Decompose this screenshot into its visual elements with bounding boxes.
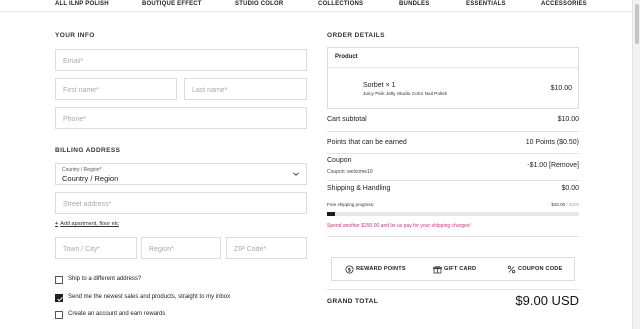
- first-name-field[interactable]: [55, 78, 177, 101]
- email-field[interactable]: [55, 49, 307, 72]
- free-shipping-progress-numbers: $10.00 / $300: [551, 202, 579, 207]
- newsletter-checkbox[interactable]: [55, 294, 63, 302]
- cart-subtotal-label: Cart subtotal: [327, 116, 367, 123]
- points-label: Points that can be earned: [327, 139, 407, 146]
- free-shipping-progress-label: Free shipping progress:: [327, 202, 375, 207]
- cart-subtotal-row: Cart subtotal $10.00: [327, 116, 579, 130]
- page-scrollbar[interactable]: [632, 0, 640, 329]
- progress-fill: [327, 212, 336, 216]
- checkmark-icon: [57, 296, 63, 302]
- reward-points-label: REWARD POINTS: [356, 266, 406, 272]
- free-shipping-progress-bar: [327, 212, 579, 216]
- progress-current: $10.00: [551, 202, 566, 207]
- zip-code-input[interactable]: [227, 239, 306, 260]
- points-row: Points that can be earned 10 Points ($0.…: [327, 139, 579, 153]
- gift-icon: [433, 266, 442, 274]
- product-table: Product Sorbet × 1 Juicy Pink Jelly Stud…: [327, 47, 579, 109]
- free-shipping-message: Spend another $290.00 and let us pay for…: [327, 223, 471, 229]
- country-select[interactable]: Country / Region* Country / Region: [55, 163, 307, 185]
- ship-different-address-label: Ship to a different address?: [68, 276, 142, 282]
- divider: [327, 131, 579, 132]
- nav-item-collections[interactable]: COLLECTIONS: [318, 1, 363, 7]
- checkout-actions-bar: $ REWARD POINTS GIFT CARD COUPON CODE: [331, 257, 575, 281]
- divider: [327, 180, 579, 181]
- nav-item-bundles[interactable]: BUNDLES: [399, 1, 429, 7]
- email-input[interactable]: [56, 51, 306, 72]
- svg-text:$: $: [348, 267, 352, 273]
- shipping-label: Shipping & Handling: [327, 185, 391, 192]
- scrollbar-thumb[interactable]: [635, 4, 639, 44]
- progress-target: $300: [568, 202, 579, 207]
- divider: [327, 153, 579, 154]
- phone-input[interactable]: [56, 109, 306, 130]
- nav-item-all-ilnp-polish[interactable]: ALL ILNP POLISH: [55, 1, 109, 7]
- percent-icon: [507, 265, 516, 274]
- newsletter-label: Send me the newest sales and products, s…: [68, 294, 231, 300]
- street-address-input[interactable]: [56, 194, 306, 215]
- country-label: Country / Region*: [62, 167, 102, 173]
- ship-different-address-checkbox[interactable]: [55, 276, 63, 284]
- country-value: Country / Region: [62, 174, 119, 183]
- last-name-field[interactable]: [184, 78, 307, 101]
- plus-icon: +: [55, 221, 59, 227]
- divider: [327, 289, 579, 290]
- street-address-field[interactable]: [55, 192, 307, 215]
- first-name-input[interactable]: [56, 80, 176, 101]
- last-name-input[interactable]: [185, 80, 306, 101]
- grand-total-label: GRAND TOTAL: [327, 298, 379, 305]
- product-header-label: Product: [335, 54, 358, 60]
- top-navigation: ALL ILNP POLISH BOUTIQUE EFFECT STUDIO C…: [0, 0, 632, 12]
- add-apartment-link[interactable]: + Add apartment, floor etc: [55, 221, 119, 227]
- nav-item-essentials[interactable]: ESSENTIALS: [466, 1, 506, 7]
- chevron-down-icon: [293, 172, 299, 176]
- your-info-title: YOUR INFO: [55, 32, 95, 39]
- coupon-code-label: COUPON CODE: [518, 266, 563, 272]
- product-table-header: Product: [328, 48, 578, 68]
- gift-card-label: GIFT CARD: [444, 266, 477, 272]
- town-city-input[interactable]: [56, 239, 136, 260]
- region-input[interactable]: [142, 239, 220, 260]
- zip-code-field[interactable]: [226, 237, 307, 260]
- product-name: Sorbet × 1: [363, 82, 396, 89]
- nav-item-boutique-effect[interactable]: BOUTIQUE EFFECT: [142, 1, 202, 7]
- nav-item-studio-color[interactable]: STUDIO COLOR: [235, 1, 283, 7]
- cart-subtotal-value: $10.00: [557, 116, 579, 123]
- phone-field[interactable]: [55, 107, 307, 130]
- grand-total-value: $9.00 USD: [515, 293, 579, 308]
- shipping-row: Shipping & Handling $0.00: [327, 185, 579, 199]
- progress-separator: /: [566, 202, 568, 207]
- town-city-field[interactable]: [55, 237, 137, 260]
- reward-coin-icon: $: [345, 265, 354, 274]
- order-details-title: ORDER DETAILS: [327, 32, 385, 39]
- nav-item-accessories[interactable]: ACCESSORIES: [541, 1, 587, 7]
- create-account-label: Create an account and earn rewards: [68, 311, 166, 317]
- points-value: 10 Points ($0.50): [525, 139, 579, 146]
- coupon-remove-link[interactable]: -$1.00 [Remove]: [527, 162, 579, 169]
- product-description: Juicy Pink Jelly Studio Color Nail Polis…: [363, 92, 448, 97]
- billing-address-title: BILLING ADDRESS: [55, 147, 121, 154]
- region-field[interactable]: [141, 237, 221, 260]
- product-price: $10.00: [550, 85, 572, 92]
- divider: [327, 236, 579, 237]
- coupon-code-applied: Coupon: welcome10: [327, 169, 373, 175]
- add-apartment-label: Add apartment, floor etc: [60, 221, 119, 227]
- create-account-checkbox[interactable]: [55, 311, 63, 319]
- shipping-value: $0.00: [561, 185, 579, 192]
